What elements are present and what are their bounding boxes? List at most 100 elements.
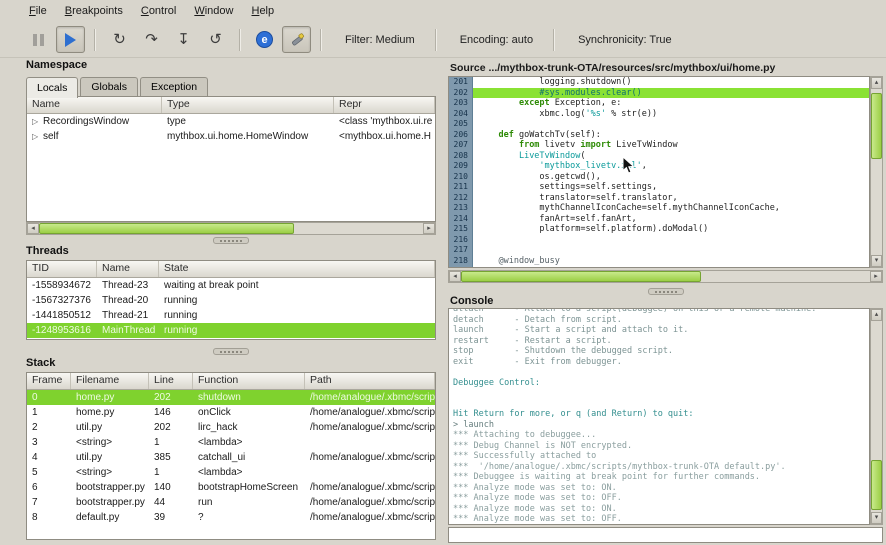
console-line: detach - Detach from script.	[453, 315, 869, 326]
scroll-right-icon[interactable]: ▸	[423, 223, 435, 234]
line-number: 205	[449, 119, 473, 130]
scrollbar-thumb[interactable]	[871, 460, 882, 510]
scrollbar-track[interactable]	[871, 321, 882, 512]
column-header[interactable]: Repr	[334, 97, 435, 113]
table-row[interactable]: -1248953616 MainThread running	[27, 323, 435, 338]
table-row[interactable]: ▷RecordingsWindow type <class 'mythbox.u…	[27, 114, 435, 129]
cell: MainThread	[97, 323, 159, 338]
console-line: launch - Start a script and attach to it…	[453, 325, 869, 336]
column-header[interactable]: Function	[193, 373, 305, 389]
column-header[interactable]: Frame	[27, 373, 71, 389]
stack-table: FrameFilenameLineFunctionPath 0 home.py …	[26, 372, 436, 540]
scrollbar-track[interactable]	[39, 223, 423, 234]
source-hscrollbar[interactable]: ◂ ▸	[448, 270, 883, 283]
column-header[interactable]: Name	[27, 97, 162, 113]
table-row[interactable]: -1441850512 Thread-21 running	[27, 308, 435, 323]
source-vscrollbar[interactable]: ▴ ▾	[870, 76, 883, 268]
console-line: *** Analyze mode was set to: ON.	[453, 483, 869, 494]
column-header[interactable]: TID	[27, 261, 97, 277]
namespace-tab[interactable]: Exception	[140, 77, 208, 97]
cell: waiting at break point	[159, 278, 435, 293]
column-header[interactable]: Path	[305, 373, 435, 389]
console-line	[453, 388, 869, 399]
source-console-splitter[interactable]	[648, 288, 684, 295]
console-line: restart - Restart a script.	[453, 336, 869, 347]
scroll-up-icon[interactable]: ▴	[871, 309, 882, 321]
column-header[interactable]: Type	[162, 97, 334, 113]
table-row[interactable]: 2 util.py 202 lirc_hack /home/analogue/.…	[27, 420, 435, 435]
cell: lirc_hack	[193, 420, 305, 435]
console-input[interactable]	[448, 527, 883, 543]
scroll-left-icon[interactable]: ◂	[27, 223, 39, 234]
cell: bootstrapHomeScreen	[193, 480, 305, 495]
restart-button[interactable]: ↺	[201, 26, 230, 53]
table-row[interactable]: 8 default.py 39 ? /home/analogue/.xbmc/s…	[27, 510, 435, 525]
code-line: 216	[449, 235, 869, 246]
table-row[interactable]: -1567327376 Thread-20 running	[27, 293, 435, 308]
namespace-tab[interactable]: Globals	[80, 77, 138, 97]
scrollbar-thumb[interactable]	[39, 223, 294, 234]
expander-icon[interactable]: ▷	[32, 129, 43, 144]
column-header[interactable]: State	[159, 261, 435, 277]
scroll-down-icon[interactable]: ▾	[871, 255, 882, 267]
table-row[interactable]: 3 <string> 1 <lambda>	[27, 435, 435, 450]
cell: <lambda>	[193, 465, 305, 480]
code-line: 206 def goWatchTv(self):	[449, 130, 869, 141]
step-into-icon: ↷	[145, 32, 158, 47]
pause-button[interactable]	[24, 26, 53, 53]
code-text: LiveTvWindow(	[473, 151, 869, 162]
step-over-button[interactable]: ↻	[105, 26, 134, 53]
table-row[interactable]: 1 home.py 146 onClick /home/analogue/.xb…	[27, 405, 435, 420]
table-row[interactable]: -1558934672 Thread-23 waiting at break p…	[27, 278, 435, 293]
code-line: 209 'mythbox_livetv.xml',	[449, 161, 869, 172]
table-row[interactable]: ▷self mythbox.ui.home.HomeWindow <mythbo…	[27, 129, 435, 144]
table-row[interactable]: 7 bootstrapper.py 44 run /home/analogue/…	[27, 495, 435, 510]
menu-item[interactable]: Help	[242, 2, 283, 20]
cell	[305, 465, 435, 480]
step-into-button[interactable]: ↷	[137, 26, 166, 53]
console-vscrollbar[interactable]: ▴ ▾	[870, 308, 883, 525]
menu-item[interactable]: File	[20, 2, 56, 20]
table-row[interactable]: 6 bootstrapper.py 140 bootstrapHomeScree…	[27, 480, 435, 495]
cell: /home/analogue/.xbmc/scrip...	[305, 510, 435, 525]
menu-item[interactable]: Breakpoints	[56, 2, 132, 20]
line-number: 203	[449, 98, 473, 109]
line-number: 218	[449, 256, 473, 267]
scrollbar-track[interactable]	[461, 271, 870, 282]
table-row[interactable]: 5 <string> 1 <lambda>	[27, 465, 435, 480]
analyze-toggle-button[interactable]	[282, 26, 311, 53]
scrollbar-track[interactable]	[871, 89, 882, 255]
expander-icon[interactable]: ▷	[32, 114, 43, 129]
menu-item[interactable]: Control	[132, 2, 185, 20]
menu-item[interactable]: Window	[185, 2, 242, 20]
namespace-threads-splitter[interactable]	[213, 237, 249, 244]
toolbar-separator	[435, 29, 437, 51]
threads-stack-splitter[interactable]	[213, 348, 249, 355]
namespace-tabs: Locals Globals Exception	[26, 74, 210, 97]
table-row[interactable]: 0 home.py 202 shutdown /home/analogue/.x…	[27, 390, 435, 405]
table-row[interactable]: 4 util.py 385 catchall_ui /home/analogue…	[27, 450, 435, 465]
scrollbar-thumb[interactable]	[871, 93, 882, 159]
run-button[interactable]	[56, 26, 85, 53]
column-header[interactable]: Line	[149, 373, 193, 389]
column-header[interactable]: Filename	[71, 373, 149, 389]
encoding-toggle-button[interactable]: e	[250, 26, 279, 53]
namespace-tab[interactable]: Locals	[26, 77, 78, 98]
column-header[interactable]: Name	[97, 261, 159, 277]
cell: run	[193, 495, 305, 510]
step-out-button[interactable]: ↧	[169, 26, 198, 53]
scroll-down-icon[interactable]: ▾	[871, 512, 882, 524]
cell: 1	[27, 405, 71, 420]
line-number: 208	[449, 151, 473, 162]
cell: /home/analogue/.xbmc/scrip...	[305, 450, 435, 465]
source-editor: 201 logging.shutdown() 202 #sys.modules.…	[448, 76, 870, 268]
scrollbar-thumb[interactable]	[461, 271, 701, 282]
encoding-icon: e	[256, 31, 273, 48]
scroll-up-icon[interactable]: ▴	[871, 77, 882, 89]
scroll-left-icon[interactable]: ◂	[449, 271, 461, 282]
namespace-hscrollbar[interactable]: ◂ ▸	[26, 222, 436, 235]
cell: 4	[27, 450, 71, 465]
code-line: 202 #sys.modules.clear()	[449, 88, 869, 99]
scroll-right-icon[interactable]: ▸	[870, 271, 882, 282]
menu-bar: File Breakpoints Control Window Help	[0, 0, 886, 22]
